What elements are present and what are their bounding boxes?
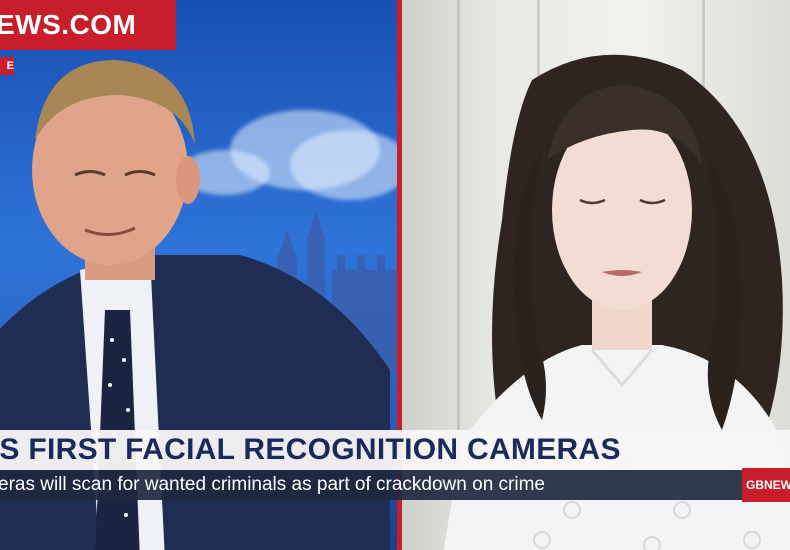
subheadline-text: eras will scan for wanted criminals as p… — [0, 474, 545, 495]
channel-logo: EWS.COM — [0, 0, 176, 50]
corner-channel-logo: GBNEW — [742, 468, 790, 502]
headline-banner: 'S FIRST FACIAL RECOGNITION CAMERAS — [0, 430, 790, 470]
subheadline-banner: eras will scan for wanted criminals as p… — [0, 470, 790, 500]
headline-text: 'S FIRST FACIAL RECOGNITION CAMERAS — [0, 433, 621, 466]
video-frame: EWS.COM E 'S FIRST FACIAL RECOGNITION CA… — [0, 0, 790, 550]
live-tag: E — [0, 57, 14, 75]
channel-logo-text: EWS.COM — [0, 9, 137, 40]
